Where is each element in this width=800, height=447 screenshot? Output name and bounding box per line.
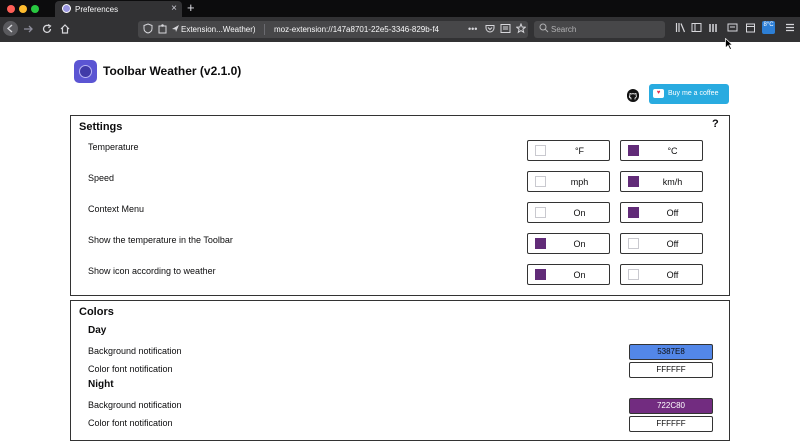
colors-title: Colors xyxy=(79,306,114,318)
page-title: Toolbar Weather (v2.1.0) xyxy=(103,64,242,78)
night-background-label: Background notification xyxy=(88,400,182,410)
option-label: On xyxy=(573,208,586,218)
option-label: Off xyxy=(666,208,679,218)
forward-icon[interactable] xyxy=(22,23,34,38)
back-icon[interactable] xyxy=(3,21,18,36)
option-checkbox[interactable] xyxy=(628,238,639,249)
setting-option-button[interactable]: mph xyxy=(527,171,610,192)
mouse-pointer-icon xyxy=(725,37,734,53)
setting-option-button[interactable]: °F xyxy=(527,140,610,161)
night-title: Night xyxy=(88,379,114,390)
option-label: °C xyxy=(667,146,678,156)
github-icon[interactable] xyxy=(627,89,639,102)
zoom-window-button[interactable] xyxy=(31,5,39,13)
option-label: On xyxy=(573,270,586,280)
settings-title: Settings xyxy=(79,121,123,133)
option-checkbox[interactable] xyxy=(535,238,546,249)
window-titlebar: Preferences × + xyxy=(0,0,800,17)
night-font-color-label: Color font notification xyxy=(88,418,173,428)
setting-label: Temperature xyxy=(88,142,139,152)
day-font-color-label: Color font notification xyxy=(88,364,173,374)
option-label: mph xyxy=(570,177,589,187)
setting-option-button[interactable]: Off xyxy=(620,264,703,285)
pocket-icon[interactable] xyxy=(485,23,495,36)
weather-extension-icon[interactable]: 8°C xyxy=(762,21,775,34)
weather-temperature-badge: 8°C xyxy=(763,22,774,28)
option-checkbox[interactable] xyxy=(535,269,546,280)
home-icon[interactable] xyxy=(59,23,71,38)
extensions-icon[interactable] xyxy=(708,22,719,36)
reader-view-icon[interactable] xyxy=(500,23,511,36)
setting-option-button[interactable]: On xyxy=(527,233,610,254)
setting-label: Show the temperature in the Toolbar xyxy=(88,235,233,245)
option-checkbox[interactable] xyxy=(628,145,639,156)
search-placeholder: Search xyxy=(551,25,577,34)
sidebar-icon[interactable] xyxy=(691,22,702,36)
tab-close-icon[interactable]: × xyxy=(171,3,177,14)
option-checkbox[interactable] xyxy=(628,207,639,218)
new-tab-button[interactable]: + xyxy=(187,0,195,15)
day-title: Day xyxy=(88,325,107,336)
minimize-window-button[interactable] xyxy=(19,5,27,13)
library-icon[interactable] xyxy=(675,22,686,36)
shield-icon[interactable] xyxy=(143,23,153,36)
setting-label: Speed xyxy=(88,173,115,183)
option-label: °F xyxy=(574,146,585,156)
setting-label: Show icon according to weather xyxy=(88,266,216,276)
option-checkbox[interactable] xyxy=(535,176,546,187)
setting-option-button[interactable]: °C xyxy=(620,140,703,161)
buy-me-a-coffee-button[interactable]: ♥ Buy me a coffee xyxy=(649,84,729,104)
reload-icon[interactable] xyxy=(41,23,53,38)
night-background-color-input[interactable]: 722C80 xyxy=(629,398,713,414)
night-font-color-input[interactable]: FFFFFF xyxy=(629,416,713,432)
option-checkbox[interactable] xyxy=(628,176,639,187)
day-background-label: Background notification xyxy=(88,346,182,356)
option-label: On xyxy=(573,239,586,249)
setting-option-button[interactable]: km/h xyxy=(620,171,703,192)
option-checkbox[interactable] xyxy=(628,269,639,280)
setting-option-button[interactable]: On xyxy=(527,202,610,223)
screenshot-icon[interactable] xyxy=(727,22,738,36)
setting-option-button[interactable]: Off xyxy=(620,202,703,223)
bookmark-star-icon[interactable] xyxy=(515,22,527,36)
option-label: Off xyxy=(666,239,679,249)
permissions-arrow-icon[interactable] xyxy=(171,23,180,36)
extension-identity-label[interactable]: Extension...Weather) xyxy=(181,25,256,34)
day-background-color-input[interactable]: 5387E8 xyxy=(629,344,713,360)
puzzle-icon[interactable] xyxy=(158,23,168,36)
url-bar[interactable]: Extension...Weather) moz-extension://147… xyxy=(138,21,528,38)
url-text[interactable]: moz-extension://147a8701-22e5-3346-829b-… xyxy=(274,25,449,34)
close-window-button[interactable] xyxy=(7,5,15,13)
search-input[interactable]: Search xyxy=(534,21,665,38)
option-checkbox[interactable] xyxy=(535,207,546,218)
tab-preferences[interactable]: Preferences × xyxy=(55,1,182,17)
day-font-color-input[interactable]: FFFFFF xyxy=(629,362,713,378)
extension-favicon-icon xyxy=(62,4,71,13)
setting-option-button[interactable]: Off xyxy=(620,233,703,254)
option-checkbox[interactable] xyxy=(535,145,546,156)
url-divider xyxy=(264,24,265,35)
help-icon[interactable]: ? xyxy=(712,118,719,130)
calendar-icon[interactable] xyxy=(745,22,756,36)
setting-option-button[interactable]: On xyxy=(527,264,610,285)
coffee-button-label: Buy me a coffee xyxy=(668,90,719,97)
page-actions-more-icon[interactable]: ••• xyxy=(468,24,477,34)
search-icon xyxy=(539,23,549,35)
tab-title: Preferences xyxy=(75,5,119,14)
setting-label: Context Menu xyxy=(88,204,145,214)
coffee-cup-icon: ♥ xyxy=(653,89,664,98)
option-label: Off xyxy=(666,270,679,280)
hamburger-menu-icon[interactable] xyxy=(785,22,795,36)
option-label: km/h xyxy=(662,177,683,187)
app-logo-icon xyxy=(74,60,97,83)
